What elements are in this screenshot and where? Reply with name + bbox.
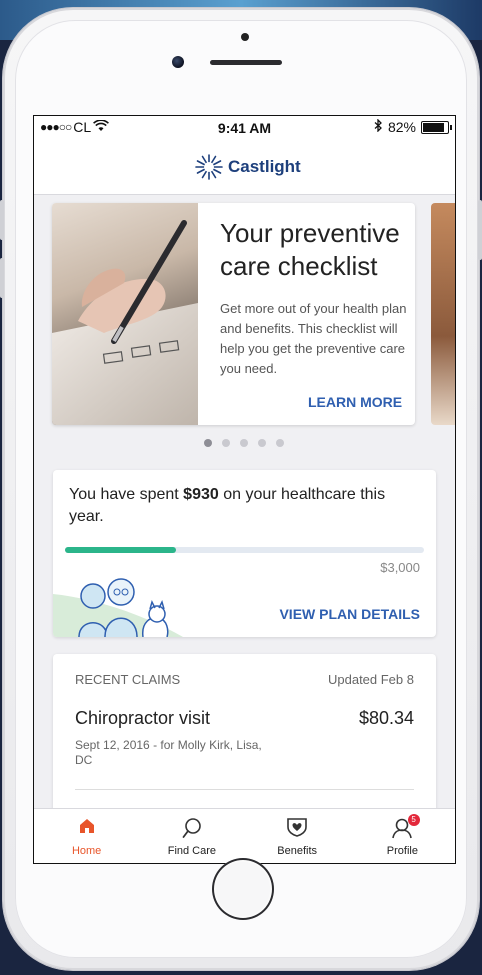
tab-find-care[interactable]: Find Care [139,809,244,863]
home-icon [78,817,96,840]
phone-screen: ●●●○○ CL 9:41 AM 82% Castlight Your prev… [33,115,456,864]
tab-benefits[interactable]: Benefits [245,809,350,863]
preventive-care-card[interactable]: Your preventive care checklist Get more … [52,203,415,425]
bluetooth-icon [374,118,383,135]
status-bar: ●●●○○ CL 9:41 AM 82% [34,116,455,140]
carousel-pager[interactable] [204,439,284,447]
pager-dot[interactable] [204,439,212,447]
pager-dot[interactable] [222,439,230,447]
spent-amount: $930 [183,486,219,503]
promo-carousel[interactable]: Your preventive care checklist Get more … [34,194,455,454]
spending-prefix: You have spent [69,486,184,503]
family-illustration [53,578,183,637]
logo-text: Castlight [228,157,301,176]
claims-updated-date: Updated Feb 8 [327,672,414,687]
status-right: 82% [374,118,452,135]
spending-summary: You have spent $930 on your healthcare t… [69,484,389,528]
claim-detail: Sept 12, 2016 - for Molly Kirk, Lisa, DC [75,738,262,767]
pager-dot[interactable] [258,439,266,447]
pager-dot[interactable] [276,439,284,447]
claim-title[interactable]: Chiropractor visit [75,708,210,729]
hand-writing-checklist-image [52,203,198,425]
spending-progress-bar [65,547,424,553]
power-button [478,200,482,260]
tab-label: Home [71,845,102,857]
view-plan-details-link[interactable]: VIEW PLAN DETAILS [279,606,420,622]
earpiece-speaker [210,60,282,65]
claim-divider [75,789,414,790]
app-header: Castlight [34,140,455,195]
next-card-peek[interactable] [431,203,455,425]
tab-label: Profile [386,845,418,857]
pager-dot[interactable] [240,439,248,447]
tab-home[interactable]: Home [34,809,139,863]
heart-shield-icon [286,817,308,842]
hero-text-panel: Your preventive care checklist Get more … [198,203,415,425]
claim-amount: $80.34 [358,708,414,728]
home-button[interactable] [212,858,274,920]
castlight-sunburst-icon [195,154,223,180]
spending-limit: $3,000 [380,560,420,575]
volume-down-button [0,258,4,298]
learn-more-link[interactable]: LEARN MORE [308,394,402,410]
tab-label: Benefits [277,845,317,857]
search-icon [182,817,202,844]
spending-card: You have spent $930 on your healthcare t… [53,470,436,637]
proximity-sensor [241,33,249,41]
notification-badge: 5 [407,814,420,826]
hero-title: Your preventive care checklist [220,218,400,281]
battery-level [423,122,445,132]
castlight-logo: Castlight [194,154,301,180]
bottom-tab-bar: Home Find Care Benefits 5 Profile [34,808,455,863]
battery-percent: 82% [387,119,416,135]
spending-progress-fill [65,547,177,553]
recent-claims-header: RECENT CLAIMS [75,672,181,687]
hero-description: Get more out of your health plan and ben… [220,301,407,376]
battery-icon [421,120,452,134]
tab-profile[interactable]: 5 Profile [350,809,455,863]
tab-label: Find Care [167,845,217,857]
volume-up-button [0,200,4,240]
front-camera [172,56,184,68]
